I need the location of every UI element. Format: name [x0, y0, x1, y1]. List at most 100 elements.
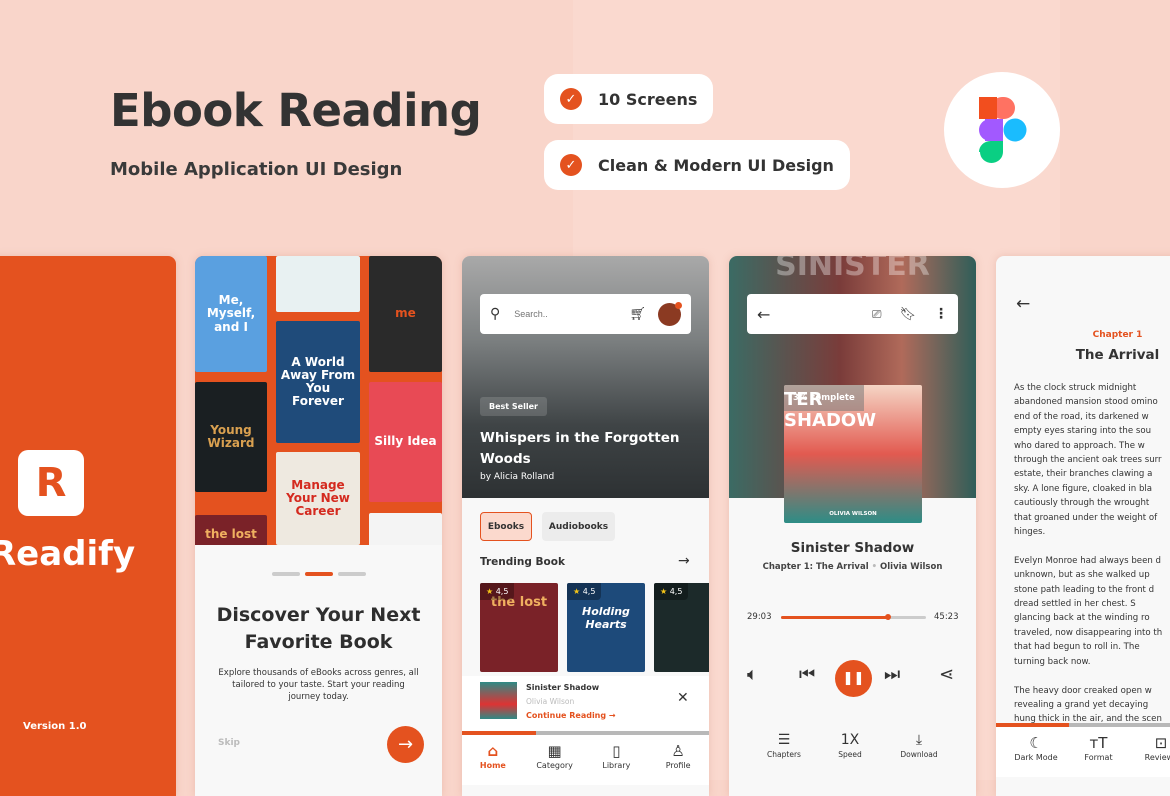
text-line: glancing back at the winding ro — [1014, 613, 1150, 624]
format-button[interactable]: ᴛT Format — [1076, 733, 1121, 762]
text-line: As the clock struck midnight — [1014, 383, 1137, 393]
book-cover: Young Wizard — [195, 382, 267, 492]
tab-audiobooks[interactable]: Audiobooks — [542, 512, 615, 541]
book-cover: the lost — [195, 515, 267, 545]
chapters-button[interactable]: ☰ Chapters — [754, 732, 814, 759]
review-icon: ⊡ — [1154, 734, 1168, 752]
chapter-label: Chapter 1 — [1092, 330, 1143, 340]
continue-reading-link[interactable]: Continue Reading → — [526, 711, 616, 720]
book-card[interactable]: ★ 4,5 Holding Hearts — [567, 583, 645, 672]
splash-screen: R Readify Version 1.0 — [0, 256, 176, 796]
book-cover: A World Away From You Forever — [276, 321, 360, 443]
text-line: empty eyes staring into the sou — [1014, 426, 1152, 437]
bookmark-icon[interactable]: 🔖︎ — [899, 307, 916, 322]
rating-badge: ★ 4,5 — [480, 583, 515, 600]
app-logo: R — [18, 450, 84, 516]
seek-slider[interactable] — [781, 614, 926, 620]
feature-pill: ✓ 10 Screens — [544, 74, 714, 124]
reviews-button[interactable]: ⊡Reviews — [1121, 733, 1170, 762]
check-icon: ✓ — [560, 88, 582, 110]
reader-text: As the clock struck midnight abandoned ma… — [1014, 381, 1170, 741]
next-icon[interactable]: ⏭︎ — [884, 664, 900, 685]
text-line: revealing a grand yet decaying — [1014, 699, 1149, 710]
skip-button[interactable]: Skip — [218, 738, 240, 748]
star-icon: ★ — [660, 587, 668, 596]
paragraph: As the clock struck midnight abandoned ma… — [1014, 381, 1170, 539]
check-icon: ✓ — [560, 154, 582, 176]
download-icon: ⤓ — [915, 732, 923, 748]
pause-button[interactable]: ❚❚ — [835, 660, 872, 697]
chapter-title: The Arrival — [1075, 347, 1160, 363]
home-icon: ⌂ — [487, 742, 499, 760]
text-line: sky. A lone figure, cloaked in bla — [1014, 483, 1153, 494]
cover-author: OLIVIA WILSON — [829, 511, 877, 517]
onboarding-title: Discover Your Next Favorite Book — [216, 604, 421, 653]
text-line: who dared to approach. The w — [1014, 440, 1145, 451]
text-line: estate, their branches clawing a — [1014, 469, 1153, 480]
book-cover: Me, Myself, and I — [195, 256, 267, 372]
text-size-icon: ᴛT — [1089, 734, 1108, 752]
star-icon: ★ — [573, 587, 581, 596]
home-screen: ⚲ 🛒︎ Best Seller Whispers in the Forgott… — [462, 256, 709, 796]
page-dot[interactable] — [272, 572, 300, 576]
text-line: cautiously through the wrought — [1014, 498, 1150, 509]
nav-library[interactable]: ▯ Library — [586, 741, 646, 770]
avatar[interactable] — [658, 301, 682, 326]
nav-profile[interactable]: ♙ Profile — [648, 741, 708, 770]
mini-player[interactable]: Sinister Shadow Olivia Wilson Continue R… — [462, 676, 709, 731]
onboarding-text: Explore thousands of eBooks across genre… — [218, 668, 419, 702]
feature-label: Clean & Modern UI Design — [598, 155, 834, 175]
more-icon[interactable]: ⋮ — [934, 306, 948, 322]
pause-icon: ❚❚ — [842, 671, 865, 686]
share-icon[interactable]: ⋖ — [939, 664, 954, 685]
tab-ebooks[interactable]: Ebooks — [480, 512, 532, 541]
best-seller-badge: Best Seller — [480, 397, 547, 416]
page-dot[interactable] — [338, 572, 366, 576]
text-line: end of the road, its darkened w — [1014, 411, 1149, 422]
rating-badge: ★ 4,5 — [567, 583, 602, 600]
previous-icon[interactable]: ⏮︎ — [799, 664, 815, 685]
cart-icon[interactable]: 🛒︎ — [629, 307, 646, 322]
mini-author: Olivia Wilson — [526, 697, 575, 706]
cast-icon[interactable]: ⎚ — [872, 307, 882, 322]
cover-title: TER SHADOW — [784, 389, 877, 431]
speed-value: 1X — [840, 732, 860, 748]
bottom-nav: ⌂ Home ▦ Category ▯ Library ♙ Profile — [462, 735, 709, 785]
book-cover: me — [369, 256, 442, 372]
download-button[interactable]: ⤓ Download — [889, 732, 949, 759]
text-line: that had begun to roll in. The — [1014, 642, 1140, 653]
arrow-right-icon[interactable]: → — [678, 553, 690, 569]
nav-category[interactable]: ▦ Category — [525, 741, 585, 770]
text-line: traveled, now disappearing into th — [1014, 627, 1163, 638]
next-button[interactable]: → — [387, 726, 424, 763]
backdrop-title: SINISTER — [775, 256, 930, 283]
page-subtitle: Mobile Application UI Design — [110, 159, 403, 180]
search-icon: ⚲ — [490, 306, 501, 322]
seek-handle[interactable] — [885, 614, 892, 620]
text-line: Evelyn Monroe had always been d — [1014, 555, 1161, 566]
close-icon[interactable]: ✕ — [677, 690, 689, 706]
dark-mode-button[interactable]: ☾ Dark Mode — [996, 733, 1076, 762]
search-input[interactable] — [514, 309, 625, 319]
elapsed-time: 29:03 — [747, 612, 772, 622]
text-line: turning back now. — [1014, 656, 1091, 667]
text-line: stone path leading to the front d — [1014, 584, 1155, 595]
back-arrow-icon[interactable]: ← — [1016, 294, 1030, 314]
text-line: that groaned under the weight of — [1014, 512, 1158, 523]
speed-button[interactable]: 1X Speed — [820, 732, 880, 759]
feature-pill: ✓ Clean & Modern UI Design — [544, 140, 850, 190]
book-cover: Silly Idea — [369, 382, 442, 502]
figma-badge — [944, 72, 1060, 188]
text-line: hinges. — [1014, 527, 1046, 538]
page-title: Ebook Reading — [110, 84, 482, 137]
chapter-author: Chapter 1: The Arrival • Olivia Wilson — [762, 562, 943, 572]
book-card[interactable]: ★ 4,5 — [654, 583, 709, 672]
book-card[interactable]: ★ 4,5 the lost — [480, 583, 558, 672]
hero-banner[interactable]: ⚲ 🛒︎ Best Seller Whispers in the Forgott… — [462, 256, 709, 498]
book-cover — [369, 513, 442, 545]
back-arrow-icon[interactable]: ← — [757, 305, 770, 324]
hero-title: Whispers in the Forgotten Woods — [480, 430, 680, 467]
page-dot-active[interactable] — [305, 572, 333, 576]
nav-home[interactable]: ⌂ Home — [463, 741, 523, 770]
volume-icon[interactable]: 🔈︎ — [747, 664, 758, 685]
